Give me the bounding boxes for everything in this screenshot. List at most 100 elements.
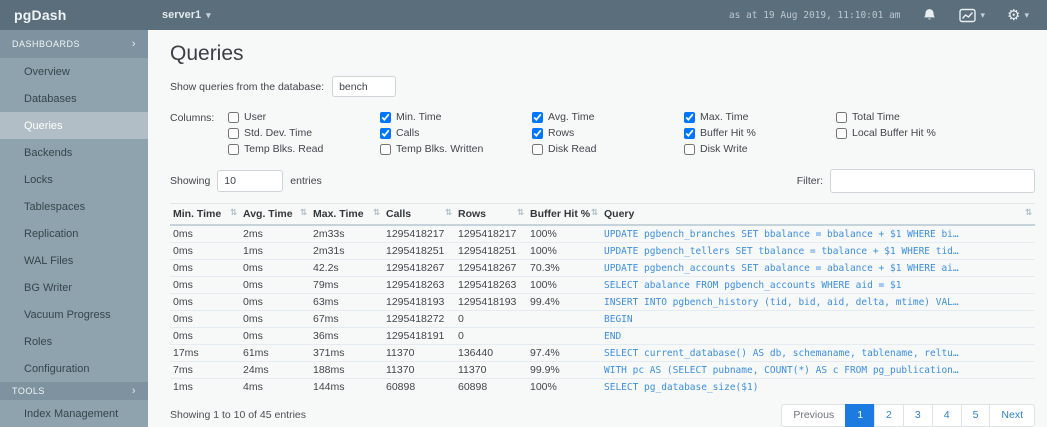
column-checkbox-max-time[interactable] — [684, 111, 695, 123]
column-header-calls[interactable]: Calls ⇅ — [383, 203, 455, 226]
sidebar-item-databases[interactable]: Databases — [0, 85, 148, 112]
charts-menu-button[interactable]: ▾ — [959, 8, 985, 23]
server-selector[interactable]: server1 ▾ — [148, 9, 211, 21]
table-cell: 0ms — [170, 276, 240, 294]
page-button-previous[interactable]: Previous — [781, 404, 847, 427]
query-cell[interactable]: SELECT current_database() AS db, scheman… — [601, 344, 1035, 362]
column-header-query[interactable]: Query ⇅ — [601, 203, 1035, 226]
query-cell[interactable]: SELECT pg_database_size($1) — [601, 378, 1035, 395]
sidebar-item-overview[interactable]: Overview — [0, 58, 148, 85]
column-checkbox-temp-blks-read[interactable] — [228, 143, 239, 155]
sidebar-item-backends[interactable]: Backends — [0, 139, 148, 166]
timestamp: as at 19 Aug 2019, 11:10:01 am — [728, 9, 901, 21]
database-label: Show queries from the database: — [170, 80, 325, 93]
query-cell[interactable]: UPDATE pgbench_branches SET bbalance = b… — [601, 225, 1035, 243]
sidebar-item-bg-writer[interactable]: BG Writer — [0, 274, 148, 301]
query-cell[interactable]: END — [601, 327, 1035, 345]
column-checkbox-avg-time[interactable] — [532, 111, 543, 123]
column-header-label: Calls — [386, 208, 412, 220]
column-option-calls: Calls — [380, 127, 532, 139]
notifications-button[interactable] — [922, 8, 937, 23]
column-header-max-time[interactable]: Max. Time ⇅ — [310, 203, 383, 226]
sidebar-item-locks[interactable]: Locks — [0, 166, 148, 193]
sidebar-item-replication[interactable]: Replication — [0, 220, 148, 247]
showing-label: Showing — [170, 175, 211, 187]
column-header-rows[interactable]: Rows ⇅ — [455, 203, 527, 226]
chevron-down-icon: ▾ — [1024, 9, 1029, 20]
page-button-3[interactable]: 3 — [902, 404, 933, 427]
table-cell: 0 — [455, 310, 527, 328]
settings-menu-button[interactable]: ⚙ ▾ — [1007, 8, 1029, 23]
sidebar-item-configuration[interactable]: Configuration — [0, 355, 148, 382]
page-button-2[interactable]: 2 — [874, 404, 904, 427]
column-checkbox-temp-blks-written[interactable] — [380, 143, 391, 155]
column-checkbox-calls[interactable] — [380, 127, 391, 139]
table-cell: 42.2s — [310, 259, 383, 277]
query-cell[interactable]: INSERT INTO pgbench_history (tid, bid, a… — [601, 293, 1035, 311]
table-cell: 0ms — [240, 293, 310, 311]
server-selector-label: server1 — [162, 9, 202, 21]
query-cell[interactable]: SELECT abalance FROM pgbench_accounts WH… — [601, 276, 1035, 294]
sort-icon: ⇅ — [590, 208, 598, 218]
sidebar-section-label: DASHBOARDS — [12, 39, 81, 49]
query-cell[interactable]: UPDATE pgbench_accounts SET abalance = a… — [601, 259, 1035, 277]
table-cell: 0ms — [170, 293, 240, 311]
query-cell[interactable]: WITH pc AS (SELECT pubname, COUNT(*) AS … — [601, 361, 1035, 379]
column-header-min-time[interactable]: Min. Time ⇅ — [170, 203, 240, 226]
column-checkbox-local-buffer-hit[interactable] — [836, 127, 847, 139]
page-button-4[interactable]: 4 — [931, 404, 962, 427]
column-option-label: Calls — [396, 127, 420, 139]
column-header-label: Min. Time — [173, 208, 222, 220]
sort-icon: ⇅ — [516, 208, 524, 218]
table-cell: 188ms — [310, 361, 383, 379]
column-checkbox-total-time[interactable] — [836, 111, 847, 123]
sort-icon: ⇅ — [1024, 208, 1032, 218]
table-cell: 0ms — [240, 310, 310, 328]
column-option-std-dev-time: Std. Dev. Time — [228, 127, 380, 139]
column-option-label: User — [244, 111, 267, 123]
column-checkbox-disk-read[interactable] — [532, 143, 543, 155]
sidebar-item-wal-files[interactable]: WAL Files — [0, 247, 148, 274]
sidebar-item-index-management[interactable]: Index Management — [0, 400, 148, 427]
column-checkbox-buffer-hit[interactable] — [684, 127, 695, 139]
filter-input[interactable] — [830, 169, 1035, 193]
table-cell: 1295418272 — [383, 310, 455, 328]
page-button-5[interactable]: 5 — [960, 404, 991, 427]
column-header-avg-time[interactable]: Avg. Time ⇅ — [240, 203, 310, 226]
column-checkbox-min-time[interactable] — [380, 111, 391, 123]
table-summary: Showing 1 to 10 of 45 entries — [170, 409, 307, 422]
entries-count-input[interactable] — [217, 170, 284, 192]
sidebar-item-tablespaces[interactable]: Tablespaces — [0, 193, 148, 220]
entries-label: entries — [290, 175, 322, 187]
column-header-label: Avg. Time — [243, 208, 293, 220]
column-option-max-time: Max. Time — [684, 111, 836, 123]
column-option-label: Temp Blks. Written — [396, 143, 484, 155]
app-logo: pgDash — [14, 7, 67, 23]
sidebar-item-queries[interactable]: Queries — [0, 112, 148, 139]
query-cell[interactable]: UPDATE pgbench_tellers SET tbalance = tb… — [601, 242, 1035, 260]
chart-icon — [959, 8, 977, 22]
table-cell: 100% — [527, 276, 601, 294]
column-checkbox-disk-write[interactable] — [684, 143, 695, 155]
table-cell: 0ms — [240, 276, 310, 294]
column-checkbox-group: Min. Time Calls Temp Blks. Written — [380, 111, 532, 155]
sidebar-item-roles[interactable]: Roles — [0, 328, 148, 355]
query-cell[interactable]: BEGIN — [601, 310, 1035, 328]
sidebar-item-vacuum-progress[interactable]: Vacuum Progress — [0, 301, 148, 328]
table-cell: 2m31s — [310, 242, 383, 260]
column-checkbox-user[interactable] — [228, 111, 239, 123]
table-row: 0ms 0ms 63ms 1295418193 1295418193 99.4% INSER… — [170, 293, 1035, 311]
page-button-next[interactable]: Next — [989, 404, 1035, 427]
table-cell: 67ms — [310, 310, 383, 328]
column-checkbox-std-dev-time[interactable] — [228, 127, 239, 139]
column-option-label: Temp Blks. Read — [244, 143, 324, 155]
sidebar-section-dashboards[interactable]: DASHBOARDS › — [0, 30, 148, 58]
database-input[interactable] — [332, 76, 397, 97]
column-header-buffer-hit[interactable]: Buffer Hit % ⇅ — [527, 203, 601, 226]
column-checkbox-rows[interactable] — [532, 127, 543, 139]
column-header-label: Buffer Hit % — [530, 208, 591, 220]
column-checkbox-group: Avg. Time Rows Disk Read — [532, 111, 684, 155]
page-button-1[interactable]: 1 — [845, 404, 876, 427]
sidebar-section-tools[interactable]: TOOLS › — [0, 382, 148, 400]
table-cell: 136440 — [455, 344, 527, 362]
